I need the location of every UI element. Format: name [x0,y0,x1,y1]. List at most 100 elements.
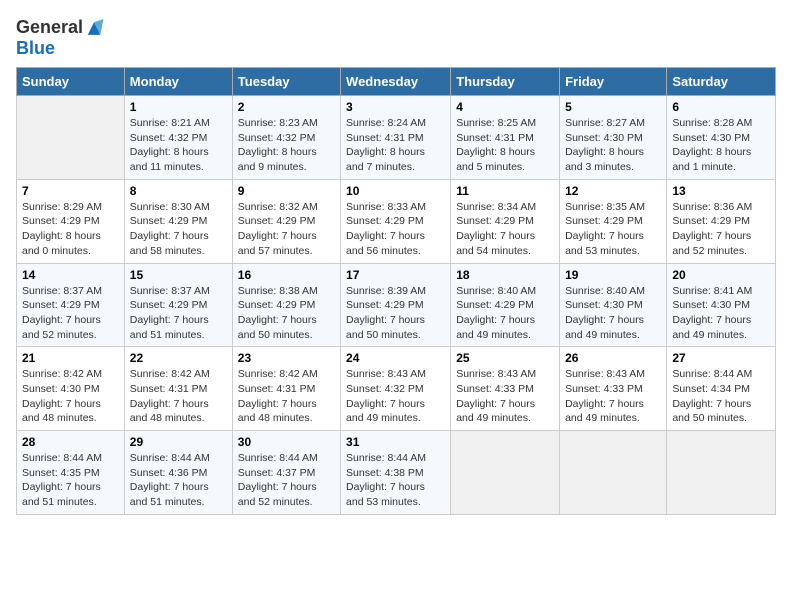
col-saturday: Saturday [667,68,776,96]
day-info: Sunrise: 8:25 AM Sunset: 4:31 PM Dayligh… [456,116,554,175]
day-number: 9 [238,184,335,198]
table-row: 6 Sunrise: 8:28 AM Sunset: 4:30 PM Dayli… [667,96,776,180]
day-info: Sunrise: 8:40 AM Sunset: 4:30 PM Dayligh… [565,284,661,343]
calendar-table: Sunday Monday Tuesday Wednesday Thursday… [16,67,776,515]
col-sunday: Sunday [17,68,125,96]
day-number: 12 [565,184,661,198]
day-info: Sunrise: 8:42 AM Sunset: 4:31 PM Dayligh… [130,367,227,426]
table-row [451,431,560,515]
day-info: Sunrise: 8:41 AM Sunset: 4:30 PM Dayligh… [672,284,770,343]
day-info: Sunrise: 8:24 AM Sunset: 4:31 PM Dayligh… [346,116,445,175]
day-info: Sunrise: 8:23 AM Sunset: 4:32 PM Dayligh… [238,116,335,175]
table-row: 25 Sunrise: 8:43 AM Sunset: 4:33 PM Dayl… [451,347,560,431]
day-info: Sunrise: 8:28 AM Sunset: 4:30 PM Dayligh… [672,116,770,175]
day-number: 18 [456,268,554,282]
table-row: 28 Sunrise: 8:44 AM Sunset: 4:35 PM Dayl… [17,431,125,515]
day-number: 31 [346,435,445,449]
day-number: 27 [672,351,770,365]
day-number: 5 [565,100,661,114]
day-number: 16 [238,268,335,282]
day-info: Sunrise: 8:37 AM Sunset: 4:29 PM Dayligh… [22,284,119,343]
day-number: 7 [22,184,119,198]
table-row: 22 Sunrise: 8:42 AM Sunset: 4:31 PM Dayl… [124,347,232,431]
table-row: 3 Sunrise: 8:24 AM Sunset: 4:31 PM Dayli… [341,96,451,180]
table-row: 21 Sunrise: 8:42 AM Sunset: 4:30 PM Dayl… [17,347,125,431]
table-row: 29 Sunrise: 8:44 AM Sunset: 4:36 PM Dayl… [124,431,232,515]
table-row [667,431,776,515]
day-info: Sunrise: 8:39 AM Sunset: 4:29 PM Dayligh… [346,284,445,343]
col-wednesday: Wednesday [341,68,451,96]
day-number: 2 [238,100,335,114]
day-info: Sunrise: 8:34 AM Sunset: 4:29 PM Dayligh… [456,200,554,259]
day-info: Sunrise: 8:35 AM Sunset: 4:29 PM Dayligh… [565,200,661,259]
table-row: 20 Sunrise: 8:41 AM Sunset: 4:30 PM Dayl… [667,263,776,347]
calendar-week-row: 1 Sunrise: 8:21 AM Sunset: 4:32 PM Dayli… [17,96,776,180]
logo: General Blue [16,16,105,59]
calendar-header-row: Sunday Monday Tuesday Wednesday Thursday… [17,68,776,96]
day-number: 17 [346,268,445,282]
day-info: Sunrise: 8:38 AM Sunset: 4:29 PM Dayligh… [238,284,335,343]
table-row: 9 Sunrise: 8:32 AM Sunset: 4:29 PM Dayli… [232,179,340,263]
day-info: Sunrise: 8:44 AM Sunset: 4:36 PM Dayligh… [130,451,227,510]
day-number: 15 [130,268,227,282]
table-row: 26 Sunrise: 8:43 AM Sunset: 4:33 PM Dayl… [560,347,667,431]
day-number: 10 [346,184,445,198]
logo-blue-text: Blue [16,38,55,59]
day-number: 19 [565,268,661,282]
table-row: 10 Sunrise: 8:33 AM Sunset: 4:29 PM Dayl… [341,179,451,263]
day-info: Sunrise: 8:43 AM Sunset: 4:33 PM Dayligh… [456,367,554,426]
table-row [17,96,125,180]
day-number: 11 [456,184,554,198]
day-info: Sunrise: 8:42 AM Sunset: 4:30 PM Dayligh… [22,367,119,426]
table-row: 27 Sunrise: 8:44 AM Sunset: 4:34 PM Dayl… [667,347,776,431]
table-row: 5 Sunrise: 8:27 AM Sunset: 4:30 PM Dayli… [560,96,667,180]
col-friday: Friday [560,68,667,96]
day-number: 22 [130,351,227,365]
day-number: 14 [22,268,119,282]
day-info: Sunrise: 8:44 AM Sunset: 4:38 PM Dayligh… [346,451,445,510]
day-number: 29 [130,435,227,449]
table-row: 1 Sunrise: 8:21 AM Sunset: 4:32 PM Dayli… [124,96,232,180]
day-number: 20 [672,268,770,282]
day-number: 6 [672,100,770,114]
table-row: 11 Sunrise: 8:34 AM Sunset: 4:29 PM Dayl… [451,179,560,263]
day-number: 24 [346,351,445,365]
col-monday: Monday [124,68,232,96]
calendar-week-row: 28 Sunrise: 8:44 AM Sunset: 4:35 PM Dayl… [17,431,776,515]
day-info: Sunrise: 8:33 AM Sunset: 4:29 PM Dayligh… [346,200,445,259]
table-row: 16 Sunrise: 8:38 AM Sunset: 4:29 PM Dayl… [232,263,340,347]
day-number: 21 [22,351,119,365]
col-thursday: Thursday [451,68,560,96]
table-row: 19 Sunrise: 8:40 AM Sunset: 4:30 PM Dayl… [560,263,667,347]
day-info: Sunrise: 8:21 AM Sunset: 4:32 PM Dayligh… [130,116,227,175]
day-info: Sunrise: 8:43 AM Sunset: 4:33 PM Dayligh… [565,367,661,426]
col-tuesday: Tuesday [232,68,340,96]
table-row: 2 Sunrise: 8:23 AM Sunset: 4:32 PM Dayli… [232,96,340,180]
day-number: 25 [456,351,554,365]
day-number: 28 [22,435,119,449]
day-number: 23 [238,351,335,365]
calendar-week-row: 21 Sunrise: 8:42 AM Sunset: 4:30 PM Dayl… [17,347,776,431]
day-info: Sunrise: 8:43 AM Sunset: 4:32 PM Dayligh… [346,367,445,426]
logo-general-text: General [16,17,83,38]
day-info: Sunrise: 8:32 AM Sunset: 4:29 PM Dayligh… [238,200,335,259]
day-number: 26 [565,351,661,365]
logo-icon [83,16,105,38]
calendar-week-row: 14 Sunrise: 8:37 AM Sunset: 4:29 PM Dayl… [17,263,776,347]
day-info: Sunrise: 8:36 AM Sunset: 4:29 PM Dayligh… [672,200,770,259]
day-number: 8 [130,184,227,198]
day-info: Sunrise: 8:37 AM Sunset: 4:29 PM Dayligh… [130,284,227,343]
table-row: 24 Sunrise: 8:43 AM Sunset: 4:32 PM Dayl… [341,347,451,431]
day-info: Sunrise: 8:27 AM Sunset: 4:30 PM Dayligh… [565,116,661,175]
day-info: Sunrise: 8:30 AM Sunset: 4:29 PM Dayligh… [130,200,227,259]
day-info: Sunrise: 8:29 AM Sunset: 4:29 PM Dayligh… [22,200,119,259]
table-row: 14 Sunrise: 8:37 AM Sunset: 4:29 PM Dayl… [17,263,125,347]
table-row: 12 Sunrise: 8:35 AM Sunset: 4:29 PM Dayl… [560,179,667,263]
table-row [560,431,667,515]
page-header: General Blue [16,16,776,59]
day-number: 4 [456,100,554,114]
table-row: 13 Sunrise: 8:36 AM Sunset: 4:29 PM Dayl… [667,179,776,263]
day-info: Sunrise: 8:44 AM Sunset: 4:34 PM Dayligh… [672,367,770,426]
day-number: 13 [672,184,770,198]
day-info: Sunrise: 8:44 AM Sunset: 4:35 PM Dayligh… [22,451,119,510]
